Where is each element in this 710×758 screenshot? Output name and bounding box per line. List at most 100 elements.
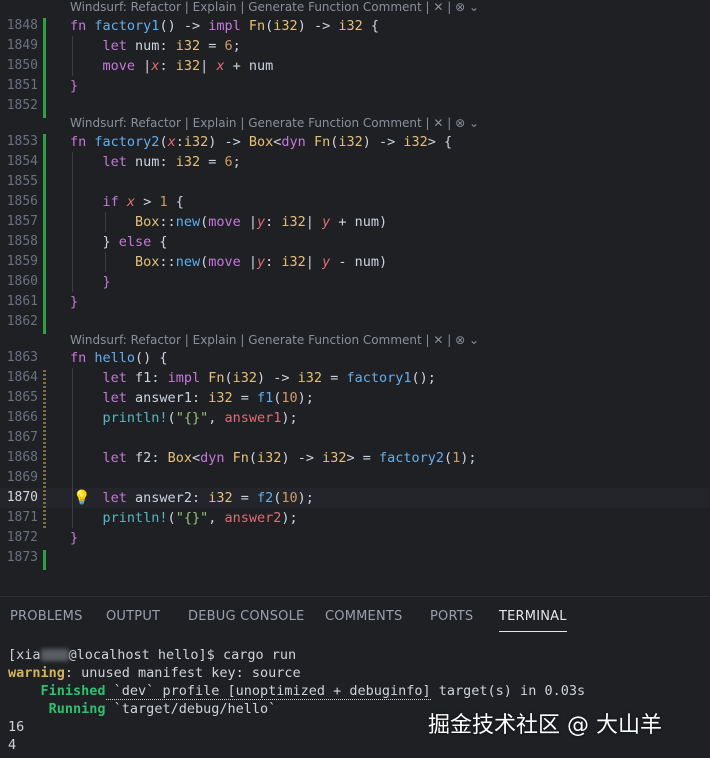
watermark: 掘金技术社区 @ 大山羊 [428, 713, 662, 738]
added-line-marker [43, 18, 46, 38]
line-number: 1857 [6, 214, 38, 229]
line-number: 1868 [6, 450, 38, 465]
code-line[interactable]: 1850 move |x: i32| x + num [0, 56, 710, 78]
code-line[interactable]: 1871 println!("{}", answer2); [0, 508, 710, 530]
terminal-prompt-line: [xia @localhost hello]$ cargo run [8, 647, 297, 663]
added-line-marker [43, 38, 46, 58]
code-text: } [70, 530, 79, 546]
modified-line-marker [43, 510, 46, 530]
code-text: let f1: impl Fn(i32) -> i32 = factory1()… [102, 370, 436, 386]
indent-guide [72, 152, 73, 292]
modified-line-marker [43, 410, 46, 430]
modified-line-marker [43, 430, 46, 450]
added-line-marker [43, 254, 46, 274]
code-line[interactable]: 1858 } else { [0, 232, 710, 254]
code-line[interactable]: 1861 } [0, 292, 710, 314]
line-number: 1872 [6, 530, 38, 545]
added-line-marker [43, 134, 46, 154]
code-line[interactable]: 1851 } [0, 76, 710, 98]
windsurf-code-lens[interactable]: Windsurf: Refactor | Explain | Generate … [70, 0, 479, 17]
code-line[interactable]: 1859 Box::new(move |y: i32| y - num) [0, 252, 710, 274]
code-text: Box::new(move |y: i32| y - num) [135, 254, 388, 270]
code-line[interactable]: 1862 [0, 312, 710, 334]
code-line[interactable]: 1873 [0, 548, 710, 570]
code-line[interactable]: 1849 let num: i32 = 6; [0, 36, 710, 58]
code-line[interactable]: 1872 } [0, 528, 710, 548]
code-line[interactable]: 1866 println!("{}", answer1); [0, 408, 710, 430]
code-line[interactable]: 1860 } [0, 272, 710, 294]
terminal-warning-line: warning: unused manifest key: source [8, 665, 301, 681]
code-text: fn factory2(x:i32) -> Box<dyn Fn(i32) ->… [70, 134, 453, 150]
code-line[interactable]: 1856 if x > 1 { [0, 192, 710, 214]
line-number: 1854 [6, 154, 38, 169]
tab-output[interactable]: OUTPUT [106, 609, 160, 624]
tab-terminal[interactable]: TERMINAL [499, 609, 567, 632]
line-number: 1848 [6, 18, 38, 33]
code-text: fn factory1() -> impl Fn(i32) -> i32 { [70, 18, 379, 34]
added-line-marker [43, 274, 46, 294]
code-line[interactable]: 1863 fn hello() { [0, 348, 710, 368]
added-line-marker [43, 154, 46, 174]
indent-guide [72, 368, 73, 528]
line-number: 1856 [6, 194, 38, 209]
terminal-output-line: 16 [8, 719, 25, 735]
line-number: 1866 [6, 410, 38, 425]
line-number: 1871 [6, 510, 38, 525]
code-text: let answer1: i32 = f1(10); [102, 390, 314, 406]
added-line-marker [43, 550, 46, 570]
line-number: 1859 [6, 254, 38, 269]
redacted-username [40, 649, 69, 661]
indent-guide [105, 212, 106, 232]
added-line-marker [43, 294, 46, 314]
added-line-marker [43, 58, 46, 78]
added-line-marker [43, 234, 46, 254]
code-line[interactable]: 1869 [0, 468, 710, 490]
indent-guide [105, 252, 106, 272]
code-text: println!("{}", answer1); [102, 410, 298, 426]
code-text: Box::new(move |y: i32| y + num) [135, 214, 388, 230]
line-number: 1855 [6, 174, 38, 189]
code-line[interactable]: 1857 Box::new(move |y: i32| y + num) [0, 212, 710, 234]
tab-problems[interactable]: PROBLEMS [10, 609, 83, 624]
code-text: move |x: i32| x + num [102, 58, 274, 74]
modified-line-marker [43, 370, 46, 390]
tab-comments[interactable]: COMMENTS [325, 609, 402, 624]
code-line[interactable]: 1855 [0, 172, 710, 194]
code-text: let f2: Box<dyn Fn(i32) -> i32> = factor… [102, 450, 477, 466]
added-line-marker [43, 214, 46, 234]
tab-ports[interactable]: PORTS [430, 609, 473, 624]
code-text: let num: i32 = 6; [102, 38, 241, 54]
line-number: 1861 [6, 294, 38, 309]
code-line[interactable]: 1864 let f1: impl Fn(i32) -> i32 = facto… [0, 368, 710, 390]
code-line[interactable]: 1854 let num: i32 = 6; [0, 152, 710, 174]
windsurf-code-lens[interactable]: Windsurf: Refactor | Explain | Generate … [70, 330, 479, 350]
code-line[interactable]: 1865 let answer1: i32 = f1(10); [0, 388, 710, 410]
code-text: } [70, 78, 79, 94]
indent-guide [72, 36, 73, 76]
added-line-marker [43, 194, 46, 214]
line-number: 1849 [6, 38, 38, 53]
code-editor[interactable]: Windsurf: Refactor | Explain | Generate … [0, 0, 710, 596]
tab-debug-console[interactable]: DEBUG CONSOLE [188, 609, 304, 624]
line-number: 1863 [6, 350, 38, 365]
terminal[interactable]: [xia @localhost hello]$ cargo run warning… [0, 638, 710, 758]
line-number: 1860 [6, 274, 38, 289]
code-line[interactable]: 1853 fn factory2(x:i32) -> Box<dyn Fn(i3… [0, 132, 710, 154]
panel-tab-bar: PROBLEMS OUTPUT DEBUG CONSOLE COMMENTS P… [0, 596, 710, 639]
code-text: } else { [70, 234, 168, 250]
line-number: 1851 [6, 78, 38, 93]
windsurf-code-lens[interactable]: Windsurf: Refactor | Explain | Generate … [70, 113, 479, 133]
line-number: 1873 [6, 550, 38, 565]
code-text: println!("{}", answer2); [102, 510, 298, 526]
code-line[interactable]: 1867 [0, 428, 710, 450]
code-text: } [70, 294, 79, 310]
line-number: 1867 [6, 430, 38, 445]
code-line-current[interactable]: 1870 💡 let answer2: i32 = f2(10); [0, 488, 710, 510]
added-line-marker [43, 78, 46, 98]
code-line[interactable]: 1848 fn factory1() -> impl Fn(i32) -> i3… [0, 16, 710, 38]
code-line[interactable]: 1868 let f2: Box<dyn Fn(i32) -> i32> = f… [0, 448, 710, 470]
added-line-marker [43, 174, 46, 194]
line-number: 1853 [6, 134, 38, 149]
line-number: 1870 [6, 490, 38, 505]
code-text: let answer2: i32 = f2(10); [102, 490, 314, 506]
